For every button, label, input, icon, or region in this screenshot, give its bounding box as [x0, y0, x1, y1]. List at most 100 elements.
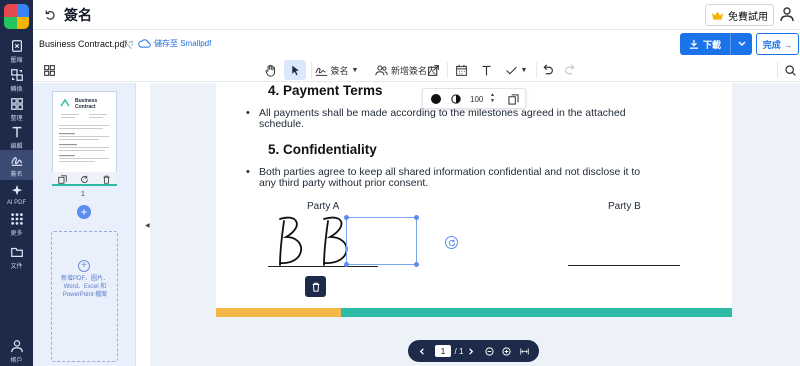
crown-icon — [711, 10, 724, 20]
unlink-icon[interactable] — [122, 39, 133, 50]
fit-width-icon — [519, 348, 529, 354]
bullet-text: All payments shall be made according to … — [246, 107, 689, 130]
bullet-line: any third party without prior consent. — [259, 177, 429, 189]
save-to-smallpdf-link[interactable]: 儲存至 Smallpdf — [138, 38, 211, 49]
bullet-line: All payments shall be made according to … — [259, 107, 626, 119]
redo-button[interactable] — [559, 60, 581, 80]
delete-icon[interactable] — [102, 175, 111, 184]
nav-item-organize[interactable]: 整理 — [0, 94, 33, 124]
nav-label: 帳戶 — [10, 357, 23, 364]
signature-selection-box[interactable] — [344, 215, 419, 267]
footer-bar-teal — [341, 308, 732, 317]
back-button[interactable] — [41, 6, 59, 24]
previous-page-button[interactable] — [417, 340, 427, 362]
vertical-scrollbar[interactable] — [794, 83, 800, 366]
signature-icon — [314, 67, 327, 76]
smallpdf-logo[interactable] — [4, 4, 29, 29]
document-canvas: 4. Payment Terms All payments shall be m… — [150, 83, 800, 366]
account-icon — [10, 339, 23, 352]
zoom-in-button[interactable] — [500, 340, 512, 362]
external-link-icon — [427, 64, 439, 76]
delete-signature-button[interactable] — [305, 276, 326, 297]
free-trial-button[interactable]: 免費試用 — [705, 4, 774, 26]
rotate-icon[interactable] — [80, 175, 89, 184]
resize-handle[interactable] — [414, 262, 419, 267]
thumbnail-panel: Business Contract 1 + + 新增PDF、圖片、Word、Ex… — [33, 83, 136, 366]
cloud-icon — [138, 39, 151, 48]
left-navigation: 壓縮 轉換 整理 編輯 簽名 AI PDF 更多 文件 帳戶 — [0, 0, 33, 366]
thumbnail-page-number: 1 — [81, 191, 85, 198]
add-files-dropzone[interactable]: + 新增PDF、圖片、Word、Excel 和 PowerPoint 檔案 — [51, 231, 118, 362]
checkmark-tool-dropdown[interactable]: ▼ — [500, 60, 532, 80]
convert-icon — [10, 68, 23, 81]
nav-label: 整理 — [10, 115, 23, 122]
duplicate-icon[interactable] — [58, 174, 67, 184]
hand-icon — [265, 64, 275, 77]
file-name[interactable]: Business Contract.pdf — [39, 39, 127, 49]
nav-label: AI PDF — [6, 200, 27, 206]
page-number-input[interactable]: 1 — [435, 345, 451, 357]
nav-item-more[interactable]: 更多 — [0, 209, 33, 239]
resize-handle[interactable] — [344, 262, 349, 267]
download-label: 下載 — [702, 39, 721, 50]
nav-item-convert[interactable]: 轉換 — [0, 65, 33, 95]
save-to-smallpdf-label: 儲存至 Smallpdf — [154, 39, 212, 48]
chevron-down-icon — [738, 41, 745, 46]
duplicate-icon[interactable] — [508, 94, 519, 105]
zoom-out-icon — [484, 346, 494, 356]
zoom-out-button[interactable] — [483, 340, 495, 362]
pan-tool-button[interactable] — [259, 60, 281, 80]
add-person-icon — [375, 65, 388, 75]
add-page-button[interactable]: + — [77, 205, 91, 219]
request-signature-button[interactable] — [424, 60, 442, 80]
caret-down-icon: ▼ — [351, 66, 359, 74]
select-tool-button[interactable] — [284, 60, 306, 80]
nav-item-sign[interactable]: 簽名 — [0, 150, 33, 180]
ai-icon — [11, 184, 22, 196]
text-tool-button[interactable] — [475, 60, 497, 80]
page-thumbnail[interactable]: Business Contract — [52, 91, 117, 185]
nav-label: 編輯 — [10, 143, 23, 150]
compress-icon — [11, 39, 22, 52]
thumbnails-grid-icon — [43, 64, 55, 76]
nav-item-compress[interactable]: 壓縮 — [0, 36, 33, 66]
fit-width-button[interactable] — [517, 340, 531, 362]
undo-arrow-icon — [45, 10, 55, 20]
user-menu-button[interactable] — [780, 6, 796, 24]
next-page-button[interactable] — [465, 340, 476, 362]
opacity-value[interactable]: 100 — [470, 95, 483, 104]
rotate-signature-button[interactable] — [445, 236, 458, 249]
resize-handle[interactable] — [414, 215, 419, 220]
party-b-signature-line — [568, 265, 680, 266]
undo-button[interactable] — [536, 60, 558, 80]
page-title: 簽名 — [64, 7, 92, 23]
resize-handle[interactable] — [344, 215, 349, 220]
plus-icon: + — [80, 205, 88, 219]
nav-item-edit[interactable]: 編輯 — [0, 122, 33, 152]
date-tool-button[interactable] — [450, 60, 472, 80]
editor-toolbar: 簽名 ▼ 新增簽名人 ▼ — [33, 58, 800, 82]
opacity-stepper[interactable]: ▲ ▼ — [490, 92, 495, 104]
nav-item-account[interactable]: 帳戶 — [0, 336, 33, 366]
color-picker-button[interactable] — [431, 94, 441, 104]
page-total: / 1 — [454, 346, 464, 356]
nav-item-files[interactable]: 文件 — [0, 242, 33, 272]
bullet-text: Both parties agree to keep all shared in… — [246, 167, 689, 189]
redo-icon — [564, 63, 575, 74]
nav-item-ai-pdf[interactable]: AI PDF — [0, 180, 33, 210]
download-options-dropdown[interactable] — [731, 33, 752, 55]
free-trial-label: 免費試用 — [728, 11, 768, 23]
opacity-icon[interactable] — [451, 94, 461, 104]
done-button[interactable]: 完成 → — [756, 33, 799, 55]
nav-label: 更多 — [10, 230, 23, 237]
sign-tool-dropdown[interactable]: 簽名 ▼ — [314, 60, 359, 80]
party-a-label: Party A — [307, 201, 340, 212]
sign-icon — [10, 156, 22, 166]
text-icon — [481, 65, 491, 75]
download-button[interactable]: 下載 — [680, 33, 730, 55]
search-button[interactable] — [781, 60, 799, 80]
file-bar: Business Contract.pdf 儲存至 Smallpdf 下載 完成… — [33, 30, 800, 58]
collapse-panel-handle[interactable]: ◀ — [145, 222, 150, 229]
thumbnail-toggle-button[interactable] — [39, 60, 59, 80]
section-heading: 5. Confidentiality — [268, 142, 377, 157]
